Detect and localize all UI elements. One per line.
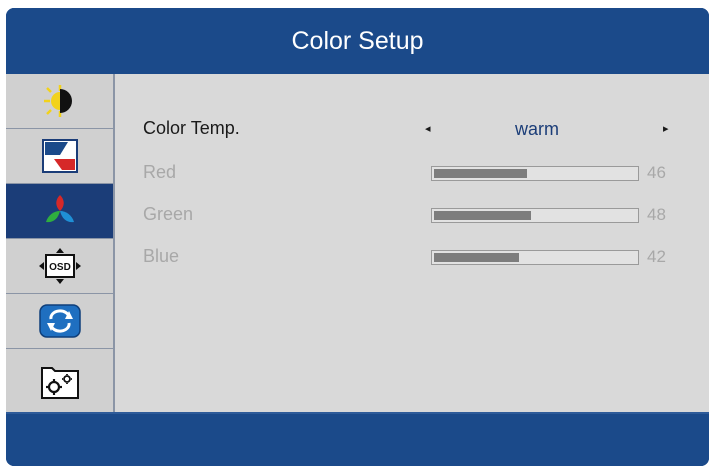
sidebar-item-reset[interactable] — [6, 294, 113, 349]
page-title: Color Setup — [6, 8, 709, 74]
green-value: 48 — [647, 205, 666, 224]
extra-settings-icon — [40, 366, 79, 399]
sidebar-item-extra[interactable] — [6, 349, 113, 412]
brightness-contrast-icon — [43, 85, 72, 117]
osd-body: OSD Color Temp. ◂ warm ▸ Red 46 Green 48… — [6, 74, 709, 412]
reset-icon — [38, 304, 81, 338]
blue-row[interactable]: Blue 42 — [115, 242, 709, 272]
osd-window: Color Setup OSD Color Temp. ◂ warm ▸ Red… — [6, 8, 709, 466]
blue-value: 42 — [647, 247, 666, 266]
green-row[interactable]: Green 48 — [115, 200, 709, 230]
red-row[interactable]: Red 46 — [115, 158, 709, 188]
green-slider-fill — [434, 211, 531, 220]
red-slider[interactable] — [431, 166, 639, 181]
sidebar-item-image[interactable] — [6, 129, 113, 184]
color-setup-panel: Color Temp. ◂ warm ▸ Red 46 Green 48 Blu… — [115, 74, 709, 412]
green-label: Green — [143, 204, 194, 224]
arrow-left-icon[interactable]: ◂ — [425, 122, 431, 135]
sidebar-item-osd[interactable]: OSD — [6, 239, 113, 294]
color-temp-value: warm — [515, 119, 559, 139]
sidebar-item-color[interactable] — [6, 184, 113, 239]
green-slider[interactable] — [431, 208, 639, 223]
sidebar-item-brightness[interactable] — [6, 74, 113, 129]
image-setup-icon — [41, 139, 78, 173]
osd-setup-icon: OSD — [38, 248, 81, 284]
color-temp-row[interactable]: Color Temp. ◂ warm ▸ — [115, 114, 709, 144]
sidebar: OSD — [6, 74, 115, 412]
arrow-right-icon[interactable]: ▸ — [663, 122, 669, 135]
color-setup-icon — [45, 195, 74, 223]
red-value: 46 — [647, 163, 666, 182]
red-label: Red — [143, 162, 177, 182]
blue-label: Blue — [143, 246, 180, 266]
osd-footer — [6, 412, 709, 466]
red-slider-fill — [434, 169, 527, 178]
blue-slider-fill — [434, 253, 519, 262]
color-temp-label: Color Temp. — [143, 118, 240, 138]
blue-slider[interactable] — [431, 250, 639, 265]
osd-icon-label: OSD — [49, 262, 71, 273]
